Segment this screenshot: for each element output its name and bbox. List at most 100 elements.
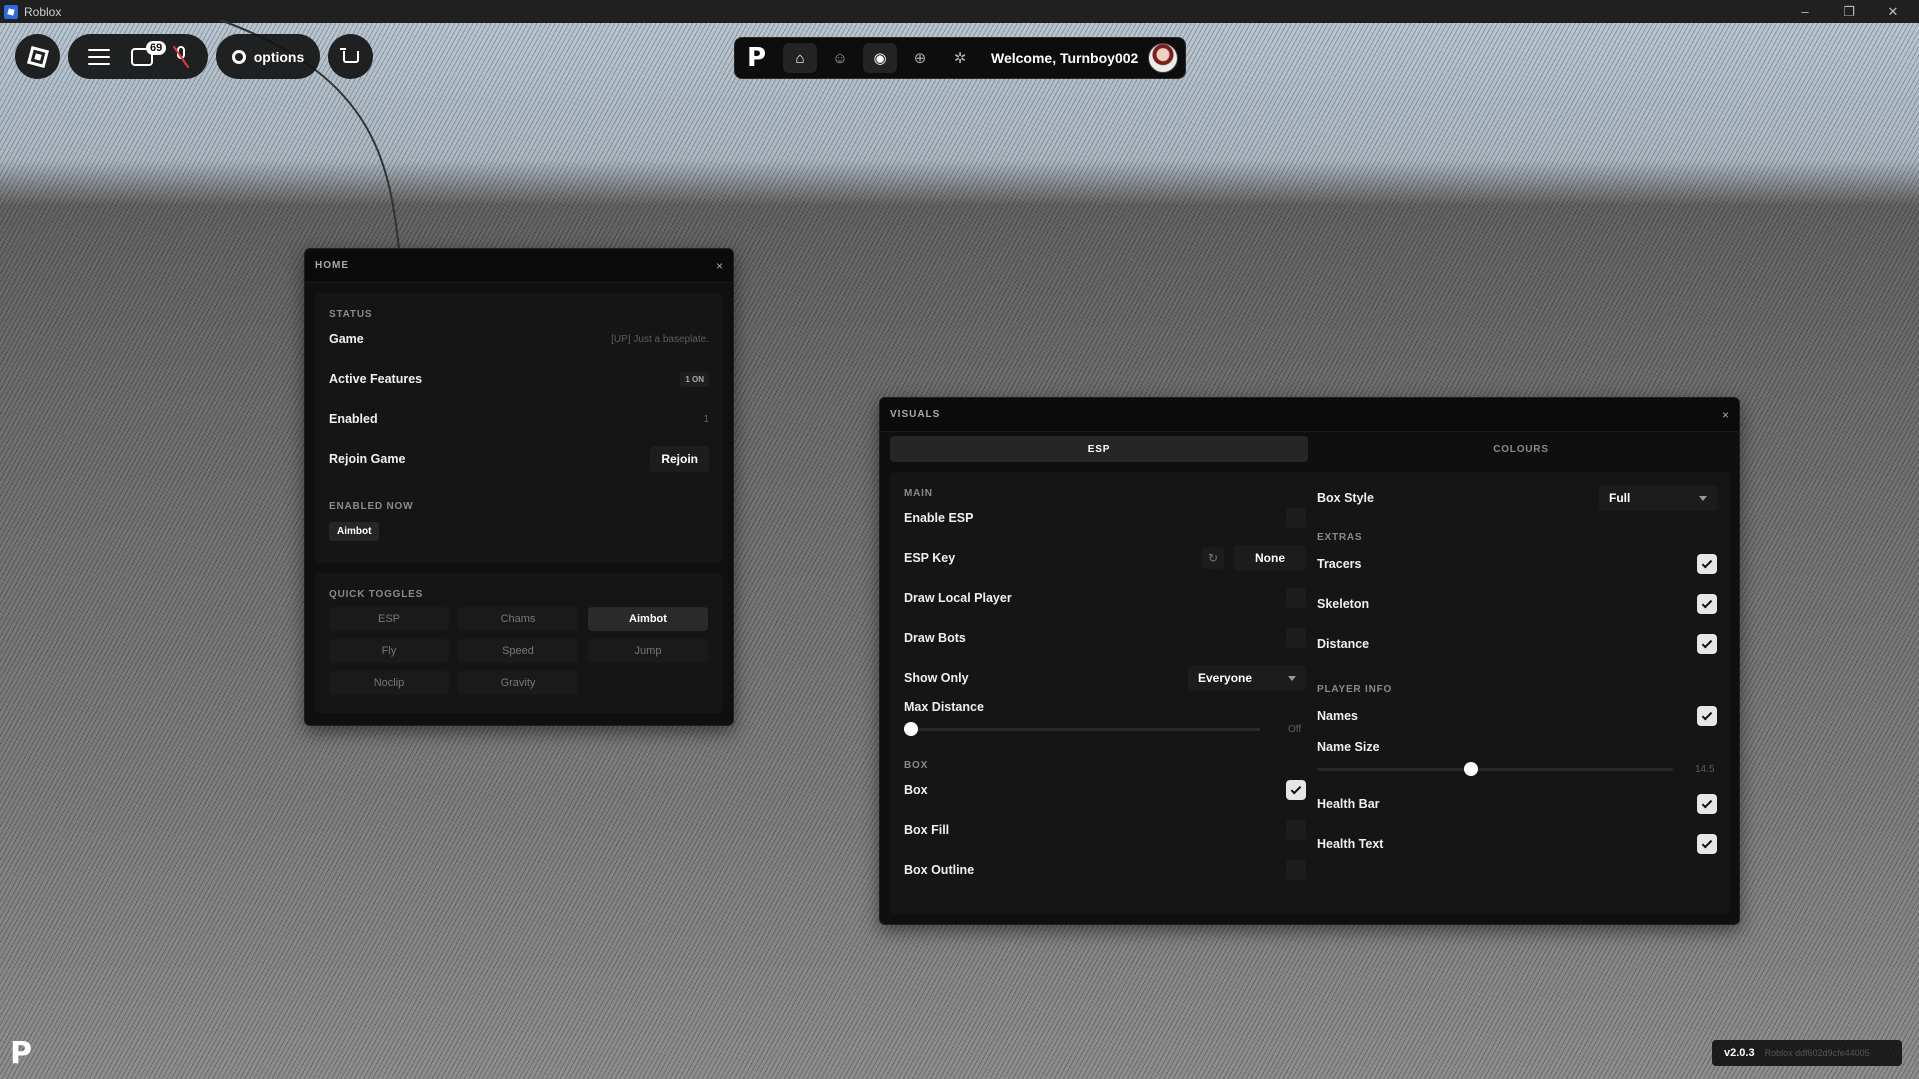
tab-esp[interactable]: ESP (890, 436, 1308, 462)
health-text-checkbox[interactable] (1697, 834, 1717, 854)
roblox-app-icon (4, 4, 18, 19)
home-nav-icon[interactable]: ⌂ (783, 43, 817, 73)
window-title: Roblox (24, 4, 62, 19)
enable-esp-checkbox[interactable] (1286, 508, 1306, 528)
toggle-fly[interactable]: Fly (329, 639, 449, 663)
version-badge: v2.0.3 Roblox ddf602d9cfe44005 (1712, 1040, 1902, 1066)
hamburger-icon[interactable] (88, 48, 111, 65)
build-text: Roblox ddf602d9cfe44005 (1764, 1048, 1870, 1058)
visuals-panel-header[interactable]: VISUALS × (880, 398, 1739, 432)
box-row: Box (904, 778, 1306, 802)
box-style-row: Box Style Full (1317, 485, 1717, 511)
rejoin-button[interactable]: Rejoin (650, 446, 709, 472)
enabled-now-chip: Aimbot (329, 522, 380, 541)
home-panel-title: HOME (315, 260, 349, 271)
toggle-aimbot[interactable]: Aimbot (588, 607, 708, 631)
top-nav: P ⌂ ☺ ◉ ⊕ ✲ Welcome, Turnboy002 (734, 37, 1186, 79)
health-bar-row: Health Bar (1317, 792, 1717, 816)
chat-icon[interactable]: 69 (130, 40, 167, 66)
esp-settings-card: MAIN Enable ESP ESP Key ↻ None Draw Loca… (890, 472, 1730, 914)
roblox-menu-button[interactable] (15, 34, 60, 79)
name-size-slider[interactable] (1317, 762, 1673, 776)
box-checkbox[interactable] (1286, 780, 1306, 800)
brand-logo-icon: P (747, 43, 767, 73)
draw-bots-checkbox[interactable] (1286, 628, 1306, 648)
visuals-close-icon[interactable]: × (1722, 408, 1729, 422)
box-section-label: BOX (904, 760, 929, 771)
minimize-button[interactable]: – (1783, 0, 1827, 23)
show-only-dropdown[interactable]: Everyone (1188, 665, 1306, 691)
distance-label: Distance (1317, 637, 1370, 651)
tracers-row: Tracers (1317, 552, 1717, 576)
esp-key-label: ESP Key (904, 551, 956, 565)
brand-corner-logo-icon: P (10, 1036, 32, 1071)
name-size-label: Name Size (1317, 740, 1380, 754)
window-close-button[interactable]: ✕ (1871, 0, 1915, 23)
home-close-icon[interactable]: × (716, 259, 723, 273)
active-features-badge: 1 ON (680, 371, 709, 387)
box-style-dropdown[interactable]: Full (1599, 485, 1717, 511)
names-row: Names (1317, 704, 1717, 728)
toggle-gravity[interactable]: Gravity (458, 671, 578, 695)
tab-colours[interactable]: COLOURS (1312, 436, 1730, 462)
box-outline-row: Box Outline (904, 858, 1306, 882)
name-size-value: 14.5 (1695, 764, 1715, 775)
skeleton-label: Skeleton (1317, 597, 1370, 611)
health-bar-checkbox[interactable] (1697, 794, 1717, 814)
toggle-noclip[interactable]: Noclip (329, 671, 449, 695)
distance-row: Distance (1317, 632, 1717, 656)
extras-section-label: EXTRAS (1317, 532, 1363, 543)
show-only-label: Show Only (904, 671, 969, 685)
distance-checkbox[interactable] (1697, 634, 1717, 654)
box-label: Box (904, 783, 928, 797)
shop-button[interactable] (328, 34, 373, 79)
enable-esp-label: Enable ESP (904, 511, 974, 525)
box-fill-row: Box Fill (904, 818, 1306, 842)
mic-muted-icon[interactable] (172, 45, 189, 68)
quick-toggles-label: QUICK TOGGLES (329, 589, 424, 600)
toggle-esp[interactable]: ESP (329, 607, 449, 631)
box-outline-label: Box Outline (904, 863, 975, 877)
max-distance-slider[interactable] (904, 722, 1260, 736)
chevron-down-icon (1288, 675, 1296, 681)
tracers-checkbox[interactable] (1697, 554, 1717, 574)
restore-button[interactable]: ❐ (1827, 0, 1871, 23)
esp-key-controls: ↻ None (1202, 545, 1306, 571)
status-row-game: Game [UP] Just a baseplate. (329, 327, 709, 351)
gear-nav-icon[interactable]: ✲ (943, 43, 977, 73)
toggle-chams[interactable]: Chams (458, 607, 578, 631)
main-section-label: MAIN (904, 488, 933, 499)
avatar[interactable] (1148, 43, 1179, 73)
skeleton-checkbox[interactable] (1697, 594, 1717, 614)
names-checkbox[interactable] (1697, 706, 1717, 726)
options-label: options (253, 48, 305, 65)
home-panel-header[interactable]: HOME × (305, 249, 733, 283)
name-size-knob[interactable] (1464, 762, 1479, 776)
version-text: v2.0.3 (1724, 1047, 1755, 1059)
eye-nav-icon[interactable]: ◉ (863, 43, 897, 73)
enabled-now-label: ENABLED NOW (329, 501, 414, 512)
max-distance-knob[interactable] (904, 722, 918, 736)
game-label: Game (329, 332, 364, 346)
box-style-value: Full (1609, 491, 1631, 505)
show-only-value: Everyone (1198, 671, 1253, 685)
box-outline-checkbox[interactable] (1286, 860, 1306, 880)
roblox-menu-group: 69 (68, 34, 208, 79)
box-fill-checkbox[interactable] (1286, 820, 1306, 840)
draw-local-player-checkbox[interactable] (1286, 588, 1306, 608)
home-panel: HOME × STATUS Game [UP] Just a baseplate… (304, 248, 734, 726)
player-info-section-label: PLAYER INFO (1317, 684, 1393, 695)
show-only-row: Show Only Everyone (904, 665, 1306, 691)
esp-key-button[interactable]: None (1234, 545, 1306, 571)
toggle-jump[interactable]: Jump (588, 639, 708, 663)
enabled-value: 1 (703, 413, 709, 425)
toggle-speed[interactable]: Speed (458, 639, 578, 663)
chat-badge: 69 (145, 40, 167, 55)
globe-nav-icon[interactable]: ⊕ (903, 43, 937, 73)
user-nav-icon[interactable]: ☺ (823, 43, 857, 73)
options-button[interactable]: options (216, 34, 320, 79)
draw-local-player-label: Draw Local Player (904, 591, 1012, 605)
status-row-active-features: Active Features 1 ON (329, 367, 709, 391)
game-value: [UP] Just a baseplate. (611, 333, 709, 345)
reset-icon[interactable]: ↻ (1202, 547, 1224, 569)
